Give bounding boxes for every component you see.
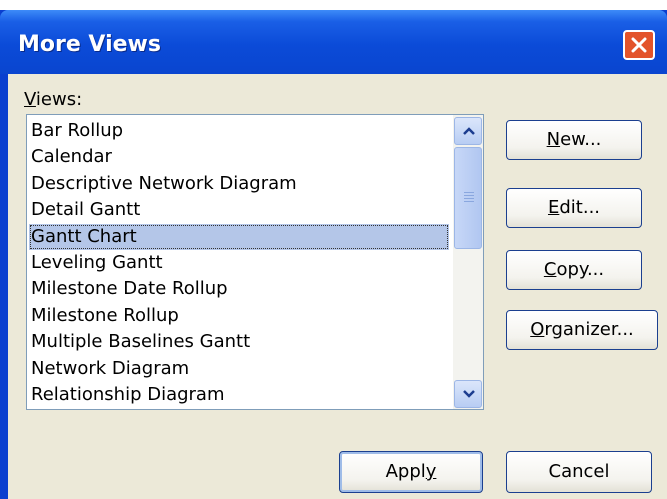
view-list-item[interactable]: Bar Rollup [27,118,451,144]
close-icon [631,37,647,53]
chevron-up-icon [463,127,475,135]
new-button-accel: N [546,129,561,150]
title-bar[interactable]: More Views [0,10,667,74]
view-list-item[interactable]: Milestone Date Rollup [27,276,451,302]
views-label: Views: [24,89,82,110]
apply-button[interactable]: Apply [339,451,483,493]
thumb-grip-line [464,192,474,193]
view-list-item[interactable]: Calendar [27,144,451,170]
view-list-item[interactable]: Gantt Chart [29,223,449,250]
organizer-button[interactable]: Organizer... [506,310,658,350]
view-list-item[interactable]: Detail Gantt [27,197,451,223]
copy-button-label: opy... [556,259,605,280]
views-label-accel: V [24,89,36,110]
window-title: More Views [18,32,161,57]
apply-button-accel: y [425,461,437,482]
scroll-up-button[interactable] [454,117,482,145]
views-label-rest: iews: [35,89,83,110]
edit-button[interactable]: Edit... [506,188,642,228]
views-list: Bar Rollup Calendar Descriptive Network Di… [27,118,451,408]
organizer-button-accel: O [530,319,545,340]
edit-button-label: dit... [559,197,601,218]
new-button[interactable]: New... [506,120,642,160]
view-list-item[interactable]: Network Diagram [27,356,451,382]
edit-button-accel: E [547,197,560,218]
cancel-button[interactable]: Cancel [506,451,652,493]
copy-button-accel: C [543,259,557,280]
copy-button[interactable]: Copy... [506,250,642,290]
chevron-down-icon [463,390,475,398]
vertical-scrollbar[interactable] [453,115,483,409]
thumb-grip-line [464,198,474,199]
more-views-dialog: More Views Views: Bar Rollup Calendar Desc… [0,10,667,499]
view-list-item[interactable]: Relationship Diagram [27,382,451,408]
thumb-grip-line [464,201,474,202]
view-list-item[interactable]: Leveling Gantt [27,250,451,276]
view-list-item[interactable]: Descriptive Network Diagram [27,171,451,197]
view-list-item[interactable]: Multiple Baselines Gantt [27,329,451,355]
thumb-grip-line [464,195,474,196]
view-list-item[interactable]: Milestone Rollup [27,303,451,329]
organizer-button-label: rganizer... [544,319,634,340]
views-listbox[interactable]: Bar Rollup Calendar Descriptive Network Di… [26,114,484,410]
scroll-down-button[interactable] [454,380,482,408]
new-button-label: ew... [560,129,602,150]
scrollbar-thumb[interactable] [454,147,482,249]
apply-button-label: Appl [385,461,426,482]
dialog-body: Views: Bar Rollup Calendar Descriptive Net… [8,74,667,499]
close-button[interactable] [623,30,655,60]
cancel-button-label: Cancel [548,461,610,482]
